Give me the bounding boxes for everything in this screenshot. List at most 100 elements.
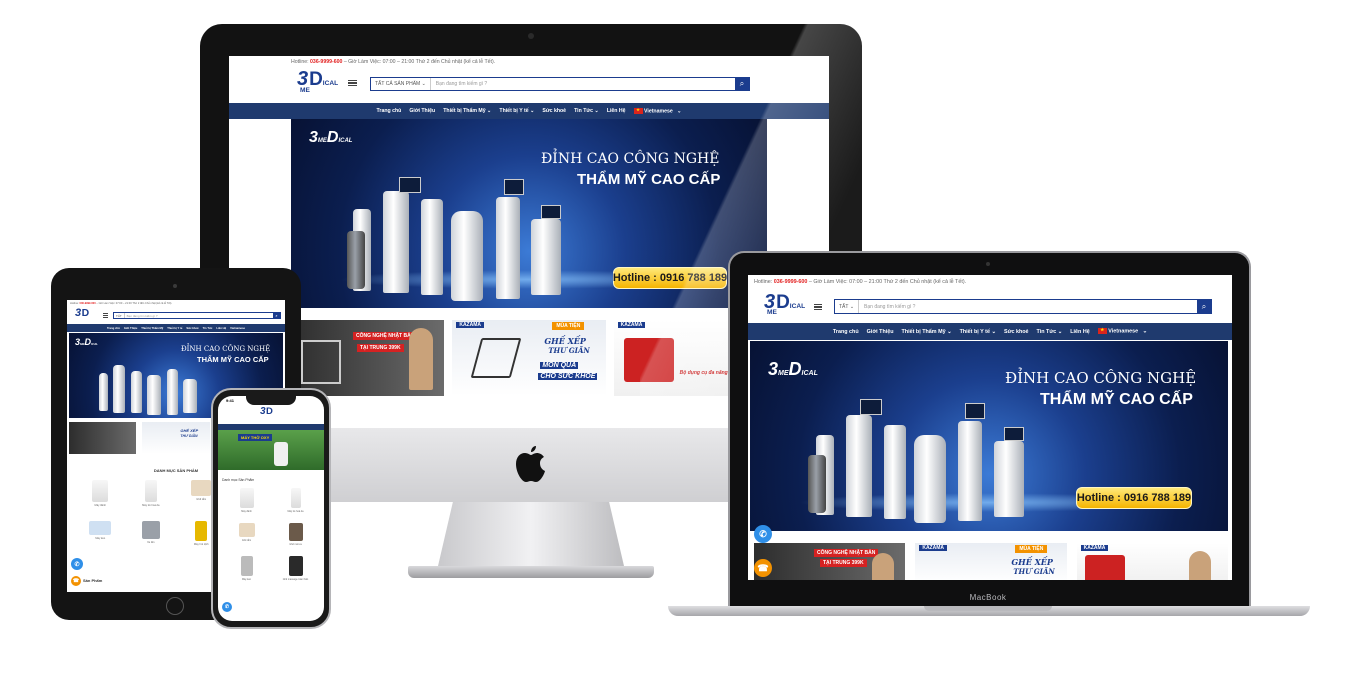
category-image bbox=[239, 488, 254, 508]
nav-item-health[interactable]: Sức khoẻ bbox=[542, 108, 566, 114]
nav-item-home[interactable]: Trang chủ bbox=[377, 108, 402, 114]
site-logo[interactable]: 3DICAL ME bbox=[764, 291, 808, 321]
category-item[interactable]: Ghế tắm bbox=[222, 523, 271, 546]
hotline-number[interactable]: 036-9999-600 bbox=[310, 59, 342, 65]
search-icon[interactable]: ⌕ bbox=[735, 78, 749, 90]
machine-image bbox=[884, 425, 906, 519]
category-image bbox=[89, 521, 112, 535]
nav-item-aesthetic[interactable]: Thiết bị Thẩm Mỹ ⌄ bbox=[902, 329, 952, 335]
language-switch[interactable]: Vietnamese ⌄ bbox=[633, 107, 681, 114]
nav-item-home[interactable]: Trang chủ bbox=[833, 329, 859, 335]
nav-item-aesthetic[interactable]: Thiết bị Thẩm Mỹ ⌄ bbox=[443, 108, 491, 114]
nav-item-news[interactable]: Tin Tức ⌄ bbox=[1037, 329, 1063, 335]
search-category-label: TẤT CẢ SẢN PHẨM bbox=[375, 81, 421, 87]
hotline-number[interactable]: 036-9999-600 bbox=[774, 279, 808, 285]
search-input[interactable]: Bạn đang tìm kiếm gì ? bbox=[431, 78, 735, 90]
main-nav: Trang chủ Giới Thiệu Thiết bị Thẩm Mỹ ⌄ … bbox=[229, 103, 829, 119]
hamburger-menu-icon[interactable] bbox=[348, 78, 357, 88]
nav-item-contact[interactable]: Liên Hệ bbox=[216, 327, 226, 330]
chevron-down-icon: ⌄ bbox=[421, 81, 426, 87]
nav-item-contact[interactable]: Liên Hệ bbox=[607, 108, 626, 114]
hotline-number[interactable]: 036-9999-600 bbox=[80, 302, 96, 305]
nav-item-home[interactable]: Trang chủ bbox=[107, 327, 120, 330]
category-label: Máy trẻ hoá da bbox=[142, 504, 160, 507]
banner-hotline[interactable]: Hotline : 0916 788 189 bbox=[1076, 487, 1192, 509]
promo-1-sub: TẠI TRUNG 399K bbox=[820, 559, 867, 567]
hero-banner[interactable]: 3MEDICAL ĐỈNH CAO CÔNG NGHỆ THẨM MỸ CAO … bbox=[750, 341, 1228, 531]
promo-card-2[interactable]: KAZAMA MÙA TIỆN GHẾ XẾP THƯ GIÃN MÓN QUÀ… bbox=[452, 320, 606, 396]
search-category-select[interactable]: TẤT ⌄ bbox=[835, 300, 860, 313]
promo-2-line2: THƯ GIÃN bbox=[548, 346, 590, 355]
logo-ical: ICAL bbox=[322, 80, 339, 87]
category-item[interactable]: Máy trẻ hoá da bbox=[271, 488, 320, 513]
nav-item-health[interactable]: Sức khoẻ bbox=[1004, 329, 1029, 335]
category-item[interactable]: Máy trẻ hoá da bbox=[126, 480, 177, 507]
topbar-hours: – Giờ Làm Việc: 07:00 – 21:00 Thứ 2 đến … bbox=[343, 59, 496, 65]
chair-image bbox=[470, 338, 522, 378]
category-item[interactable]: Máy đánh bbox=[75, 480, 126, 507]
banner-title-2: THẨM MỸ CAO CẤP bbox=[197, 355, 269, 364]
phone-icon[interactable]: ☎ bbox=[71, 576, 81, 586]
nav-item-news[interactable]: Tin Tức ⌄ bbox=[574, 108, 599, 114]
search-input[interactable]: Bạn đang tìm kiếm gì ? bbox=[859, 300, 1197, 313]
logo-ical: ICAL bbox=[789, 303, 806, 310]
language-switch[interactable]: Vietnamese ⌄ bbox=[1097, 327, 1147, 335]
site-logo[interactable]: 3D bbox=[75, 307, 99, 323]
chat-icon[interactable]: ✆ bbox=[71, 558, 83, 570]
nav-item-contact[interactable]: Liên Hệ bbox=[1070, 329, 1089, 335]
promo-row: CÔNG NGHỆ NHẬT BẢN TẠI TRUNG 399K KAZAMA… bbox=[754, 543, 1228, 580]
nav-item-news[interactable]: Tin Tức bbox=[203, 327, 213, 330]
chat-icon[interactable]: ✆ bbox=[754, 525, 772, 543]
chat-icon[interactable]: ✆ bbox=[222, 602, 232, 612]
category-item[interactable]: Ghế massage toàn thân bbox=[271, 556, 320, 581]
search-input[interactable]: Bạn đang tìm kiếm gì ? bbox=[125, 313, 273, 318]
promo-card-2[interactable]: GHẾ XẾP THƯ GIÃN bbox=[142, 422, 210, 454]
hamburger-menu-icon[interactable] bbox=[814, 302, 822, 312]
website-laptop: Hotline: 036-9999-600 – Giờ Làm Việc: 07… bbox=[748, 275, 1232, 580]
category-item[interactable]: Máy kéo bbox=[222, 556, 271, 581]
promo-card-1[interactable]: CÔNG NGHỆ NHẬT BẢN TẠI TRUNG 399K bbox=[754, 543, 906, 580]
search-category-select[interactable]: TẤT bbox=[114, 313, 125, 318]
nav-item-medical[interactable]: Thiết bị Y tế ⌄ bbox=[960, 329, 996, 335]
nav-item-about[interactable]: Giới Thiệu bbox=[409, 108, 435, 114]
category-section-title: Danh mục Sản Phẩm bbox=[222, 478, 255, 482]
mobile-banner-tag: MÁY THỞ OXY bbox=[238, 434, 273, 441]
mobile-banner[interactable]: MÁY THỞ OXY bbox=[218, 430, 324, 470]
category-label: Xe lăn bbox=[147, 541, 155, 544]
logo-d: D bbox=[776, 292, 790, 313]
promo-3-brand: KAZAMA bbox=[617, 322, 646, 328]
nav-item-news-label: Tin Tức bbox=[574, 108, 594, 114]
nav-item-about[interactable]: Giới Thiệu bbox=[124, 327, 137, 330]
category-item[interactable]: Máy đánh bbox=[222, 488, 271, 513]
nav-item-news-label: Tin Tức bbox=[1036, 328, 1057, 335]
banner-hotline[interactable]: Hotline : 0916 788 189 bbox=[613, 267, 727, 289]
category-image bbox=[240, 556, 253, 576]
nav-item-about[interactable]: Giới Thiệu bbox=[867, 329, 894, 335]
topbar: Hotline: 036-9999-600 – Giờ Làm Việc: 07… bbox=[754, 279, 966, 285]
hero-banner[interactable]: 3MEDICAL ĐỈNH CAO CÔNG NGHỆ THẨM MỸ CAO … bbox=[291, 119, 767, 308]
nav-item-health[interactable]: Sức khoẻ bbox=[186, 327, 198, 330]
iphone-screen: 9:41 3D MÁY THỞ OXY Danh mục Sản Phẩm Má… bbox=[218, 396, 324, 621]
nav-item-aesthetic[interactable]: Thiết bị Thẩm Mỹ bbox=[141, 327, 163, 330]
category-item[interactable]: Ghế mát xa bbox=[271, 523, 320, 546]
logo-me: ME bbox=[767, 309, 777, 316]
promo-1-tag: CÔNG NGHỆ NHẬT BẢN bbox=[353, 332, 418, 340]
search-category-select[interactable]: TẤT CẢ SẢN PHẨM ⌄ bbox=[371, 78, 431, 90]
promo-card-3[interactable]: KAZAMA bbox=[1076, 543, 1228, 580]
search-icon[interactable]: ⌕ bbox=[1197, 300, 1211, 313]
site-logo[interactable]: 3DICAL ME bbox=[297, 68, 341, 100]
site-logo[interactable]: 3D bbox=[260, 406, 282, 420]
search-icon[interactable]: ⌕ bbox=[273, 313, 280, 318]
promo-card-1[interactable]: CÔNG NGHỆ NHẬT BẢN TẠI TRUNG 399K bbox=[291, 320, 445, 396]
category-item[interactable]: Xe lăn bbox=[126, 521, 177, 546]
nav-item-medical[interactable]: Thiết bị Y tế ⌄ bbox=[499, 108, 534, 114]
promo-card-2[interactable]: KAZAMA MÙA TIỆN GHẾ XẾP THƯ GIÃN bbox=[915, 543, 1067, 580]
language-label[interactable]: Vietnamese bbox=[230, 327, 245, 330]
promo-card-1[interactable] bbox=[69, 422, 137, 454]
nav-item-medical[interactable]: Thiết bị Y tế bbox=[167, 327, 182, 330]
hamburger-menu-icon[interactable] bbox=[103, 312, 108, 318]
category-item[interactable]: Máy kéo bbox=[75, 521, 126, 546]
phone-icon[interactable]: ☎ bbox=[754, 559, 772, 577]
vietnam-flag-icon bbox=[1097, 327, 1107, 335]
language-label: Vietnamese bbox=[1108, 328, 1139, 335]
